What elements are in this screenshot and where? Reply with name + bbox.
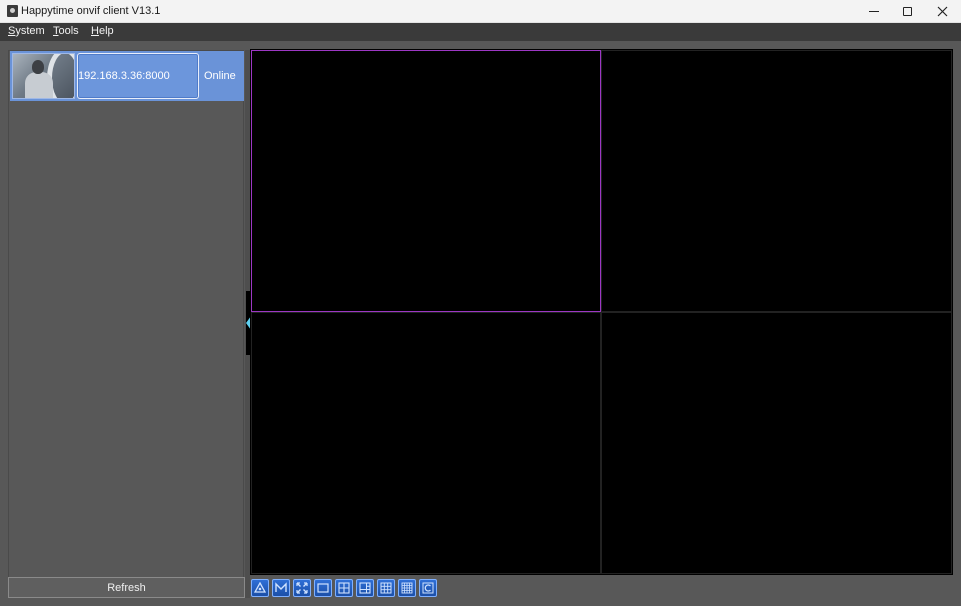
maximize-icon <box>903 7 912 16</box>
app-icon <box>7 5 18 17</box>
fullscreen-icon <box>296 582 308 594</box>
menu-system[interactable]: System <box>8 25 45 37</box>
minimize-button[interactable] <box>856 0 891 23</box>
refresh-button[interactable]: Refresh <box>8 577 245 598</box>
record-icon <box>275 582 287 592</box>
close-button[interactable] <box>925 0 960 23</box>
device-address: 192.168.3.36:8000 <box>78 70 170 82</box>
video-pane-2[interactable] <box>601 50 952 312</box>
video-pane-1[interactable] <box>251 50 601 312</box>
layout-6-icon <box>359 582 371 594</box>
record-button[interactable] <box>272 579 290 597</box>
menu-bar: System Tools Help <box>0 23 961 41</box>
device-list-panel <box>8 50 244 598</box>
layout-4-button[interactable] <box>335 579 353 597</box>
device-thumbnail[interactable] <box>12 53 75 99</box>
layout-1-button[interactable] <box>314 579 332 597</box>
menu-help[interactable]: Help <box>91 25 114 37</box>
layout-6-button[interactable] <box>356 579 374 597</box>
device-status: Online <box>204 70 236 82</box>
maximize-button[interactable] <box>890 0 925 23</box>
custom-layout-icon <box>422 582 434 594</box>
layout-9-icon <box>380 582 392 594</box>
minimize-icon <box>868 11 879 12</box>
layout-9-button[interactable] <box>377 579 395 597</box>
close-icon <box>937 6 948 17</box>
title-bar: Happytime onvif client V13.1 <box>0 0 961 23</box>
layout-16-button[interactable] <box>398 579 416 597</box>
ptz-button[interactable] <box>251 579 269 597</box>
layout-16-icon <box>401 582 413 594</box>
video-pane-4[interactable] <box>601 312 952 574</box>
window-title: Happytime onvif client V13.1 <box>21 5 161 17</box>
video-pane-3[interactable] <box>251 312 601 574</box>
fullscreen-button[interactable] <box>293 579 311 597</box>
custom-layout-button[interactable] <box>419 579 437 597</box>
layout-1-icon <box>317 583 329 593</box>
menu-tools[interactable]: Tools <box>53 25 79 37</box>
ptz-icon <box>254 582 266 593</box>
layout-4-icon <box>338 582 350 594</box>
